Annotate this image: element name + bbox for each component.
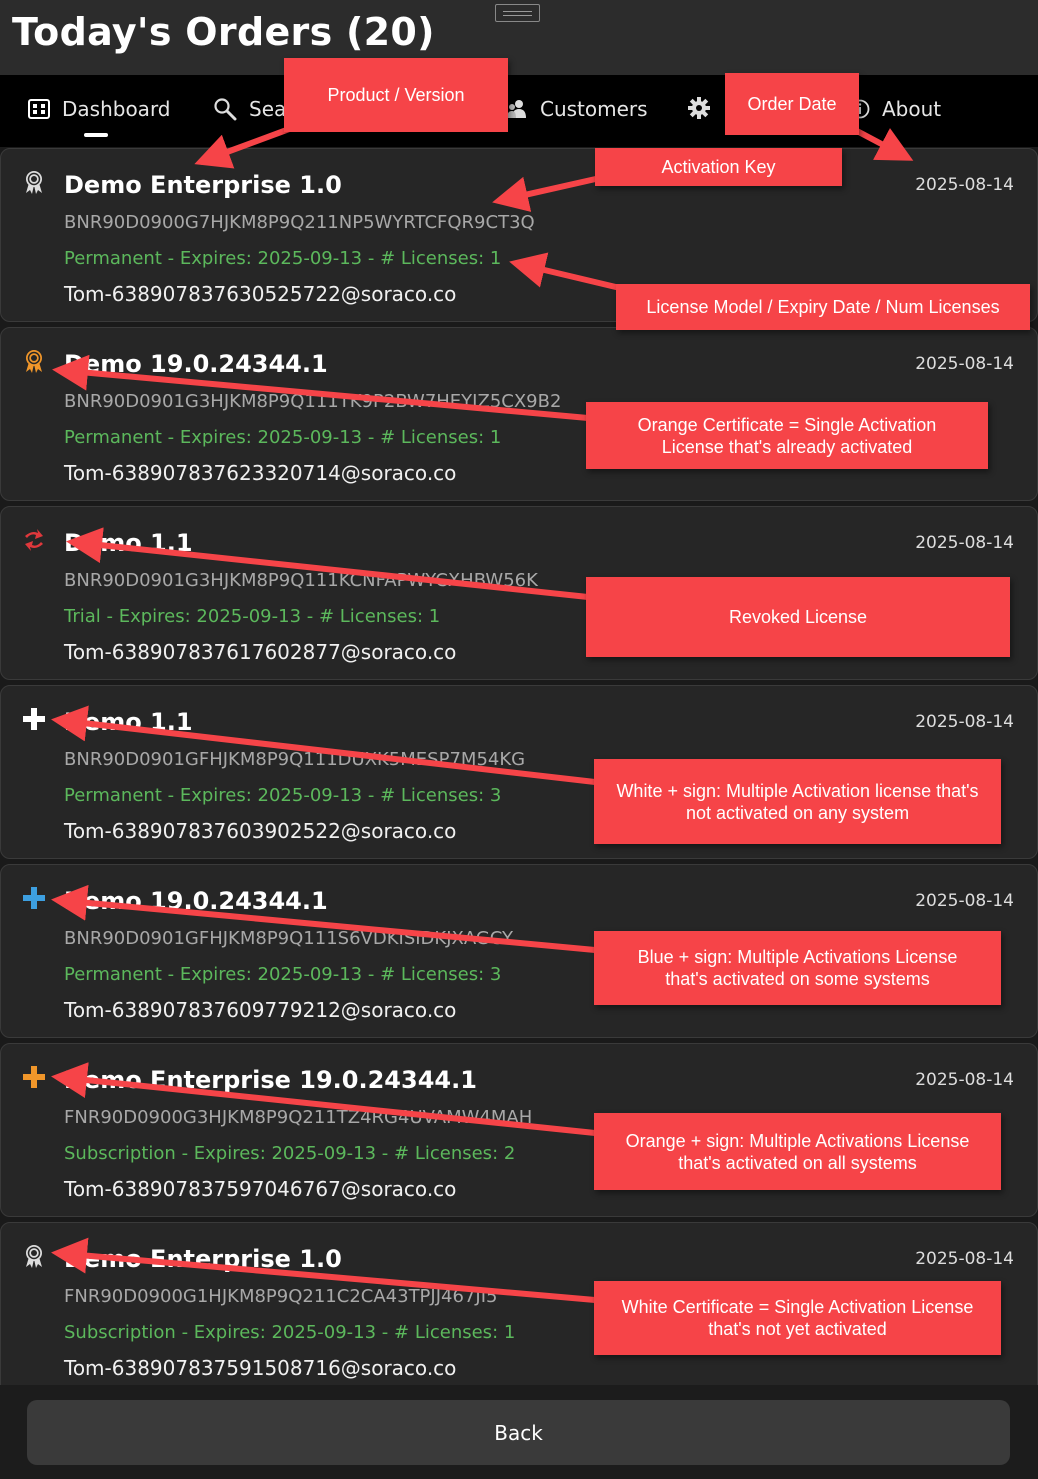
activation-key: BNR90D0901G3HJKM8P9Q111TK9P2BW7HEYIZ5CX9…	[64, 391, 562, 412]
callout-product-version: Product / Version	[284, 58, 508, 132]
product-version: Demo 19.0.24344.1	[64, 887, 328, 915]
tab-search-label: Sea	[249, 97, 287, 121]
product-version: Demo Enterprise 19.0.24344.1	[64, 1066, 477, 1094]
revoked-icon	[21, 527, 47, 553]
tab-dashboard-label: Dashboard	[62, 97, 171, 121]
title-bar: Today's Orders (20)	[0, 0, 1038, 75]
dashboard-icon	[28, 99, 50, 119]
license-details: Subscription - Expires: 2025-09-13 - # L…	[64, 1143, 516, 1164]
order-date: 2025-08-14	[915, 891, 1014, 911]
product-version: Demo 1.1	[64, 708, 193, 736]
customers-icon	[506, 98, 528, 120]
tab-customers-label: Customers	[540, 97, 648, 121]
license-details: Permanent - Expires: 2025-09-13 - # Lice…	[64, 248, 502, 269]
drag-handle-icon[interactable]	[495, 4, 540, 22]
activation-key: BNR90D0901G3HJKM8P9Q111KCNFAPWYCXHBW56K	[64, 570, 538, 591]
tab-dashboard[interactable]: Dashboard	[28, 97, 171, 121]
callout-orange-certificate: Orange Certificate = Single Activation L…	[586, 402, 988, 469]
back-button[interactable]: Back	[27, 1400, 1010, 1465]
active-tab-indicator	[84, 133, 108, 137]
customer-email: Tom-638907837623320714@soraco.co	[64, 461, 457, 485]
customer-email: Tom-638907837597046767@soraco.co	[64, 1177, 457, 1201]
order-date: 2025-08-14	[915, 175, 1014, 195]
tab-about[interactable]: About	[850, 97, 941, 121]
customer-email: Tom-638907837609779212@soraco.co	[64, 998, 457, 1022]
license-details: Trial - Expires: 2025-09-13 - # Licenses…	[64, 606, 441, 627]
license-details: Permanent - Expires: 2025-09-13 - # Lice…	[64, 964, 502, 985]
tab-search[interactable]: Sea	[213, 97, 286, 121]
blue-plus-icon	[21, 885, 47, 911]
tab-customers[interactable]: Customers	[506, 97, 648, 121]
tab-settings[interactable]	[688, 97, 722, 119]
order-date: 2025-08-14	[915, 712, 1014, 732]
gear-icon	[688, 97, 710, 119]
customer-email: Tom-638907837630525722@soraco.co	[64, 282, 457, 306]
license-details: Permanent - Expires: 2025-09-13 - # Lice…	[64, 427, 502, 448]
activation-key: BNR90D0901GFHJKM8P9Q111DUXK5MESP7M54KG	[64, 749, 526, 770]
callout-white-certificate: White Certificate = Single Activation Li…	[594, 1281, 1001, 1355]
order-date: 2025-08-14	[915, 354, 1014, 374]
customer-email: Tom-638907837591508716@soraco.co	[64, 1356, 457, 1380]
activation-key: FNR90D0900G1HJKM8P9Q211C2CA43TPJJ467JI5	[64, 1286, 498, 1307]
callout-white-plus: White + sign: Multiple Activation licens…	[594, 759, 1001, 844]
callout-revoked-license: Revoked License	[586, 577, 1010, 657]
callout-blue-plus: Blue + sign: Multiple Activations Licens…	[594, 931, 1001, 1005]
page-title: Today's Orders (20)	[12, 10, 435, 54]
product-version: Demo Enterprise 1.0	[64, 171, 342, 199]
callout-order-date: Order Date	[725, 73, 859, 135]
customer-email: Tom-638907837603902522@soraco.co	[64, 819, 457, 843]
white-certificate-icon	[21, 1243, 47, 1269]
activation-key: BNR90D0900G7HJKM8P9Q211NP5WYRTCFQR9CT3Q	[64, 212, 535, 233]
product-version: Demo Enterprise 1.0	[64, 1245, 342, 1273]
product-version: Demo 1.1	[64, 529, 193, 557]
callout-activation-key: Activation Key	[595, 148, 842, 186]
order-date: 2025-08-14	[915, 1249, 1014, 1269]
white-plus-icon	[21, 706, 47, 732]
activation-key: FNR90D0900G3HJKM8P9Q211TZ4RG4UVAMW4MAH	[64, 1107, 533, 1128]
license-details: Permanent - Expires: 2025-09-13 - # Lice…	[64, 785, 502, 806]
order-date: 2025-08-14	[915, 533, 1014, 553]
nav-bar: Dashboard Sea Customers About	[0, 75, 1038, 147]
callout-license-model: License Model / Expiry Date / Num Licens…	[616, 284, 1030, 330]
bottom-bar: Back	[0, 1385, 1038, 1479]
product-version: Demo 19.0.24344.1	[64, 350, 328, 378]
order-date: 2025-08-14	[915, 1070, 1014, 1090]
white-certificate-icon	[21, 169, 47, 195]
activation-key: BNR90D0901GFHJKM8P9Q111S6VDKISIDKJXAGCY	[64, 928, 514, 949]
tab-about-label: About	[882, 97, 942, 121]
customer-email: Tom-638907837617602877@soraco.co	[64, 640, 457, 664]
orange-certificate-icon	[21, 348, 47, 374]
orange-plus-icon	[21, 1064, 47, 1090]
license-details: Subscription - Expires: 2025-09-13 - # L…	[64, 1322, 516, 1343]
callout-orange-plus: Orange + sign: Multiple Activations Lice…	[594, 1113, 1001, 1190]
search-icon	[213, 97, 237, 121]
